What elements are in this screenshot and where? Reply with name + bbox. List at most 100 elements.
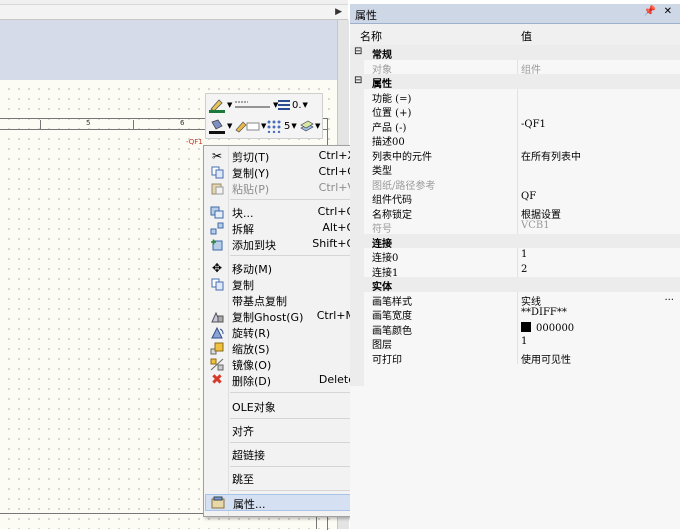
menu-item-scale[interactable]: 缩放(S) (205, 340, 363, 356)
menu-item-align[interactable]: 对齐 ▶ (205, 422, 363, 438)
menu-item-label: 添加到块 (232, 239, 276, 252)
menu-item-copy-with-base[interactable]: 带基点复制 (205, 292, 363, 308)
property-row[interactable]: 列表中的元件 在所有列表中 (350, 146, 680, 163)
property-value: -QF1 (521, 118, 546, 130)
ghost-copy-icon (209, 309, 225, 323)
property-row[interactable]: 图层 1 (350, 335, 680, 351)
copy-icon (209, 165, 225, 179)
ruler-tick (40, 120, 41, 129)
properties-title-bar: 属性 📌 ✕ (350, 4, 680, 24)
collapse-icon[interactable]: ⊟ (354, 46, 362, 57)
pen-color-icon (209, 99, 225, 113)
menu-item-block[interactable]: 块... Ctrl+G (205, 204, 363, 220)
menu-item-move[interactable]: ✥ 移动(M) (205, 260, 363, 276)
menu-item-copy-ghost[interactable]: 复制Ghost(G) Ctrl+M (205, 308, 363, 324)
menu-separator (230, 466, 360, 467)
property-row[interactable]: 位置 (+) (350, 103, 680, 119)
menu-item-duplicate[interactable]: 复制 (205, 276, 363, 292)
line-style-icon (235, 101, 270, 108)
menu-separator (230, 442, 360, 443)
line-weight-icon (278, 100, 290, 110)
menu-item-mirror[interactable]: 镜像(O) (205, 356, 363, 372)
column-header-value: 值 (521, 30, 532, 43)
menu-item-label: 删除(D) (232, 375, 272, 388)
property-row[interactable]: 功能 (=) (350, 88, 680, 105)
menu-item-label: 复制(Y) (232, 167, 270, 180)
component-tag-label[interactable]: -QF1 (186, 138, 203, 146)
property-value: 2 (521, 263, 528, 275)
category-entity[interactable]: 实体 (350, 277, 680, 293)
column-header-name: 名称 (360, 30, 382, 43)
menu-separator (230, 199, 360, 200)
hatch-grid-icon (267, 120, 281, 133)
property-row[interactable]: 画笔样式 实线 ... (350, 291, 680, 308)
property-row[interactable]: 连接0 1 (350, 248, 680, 264)
line-weight-dropdown[interactable]: 0. ▼ (278, 96, 308, 114)
line-style-dropdown[interactable]: ▼ (234, 96, 278, 114)
property-value: **DIFF** (521, 307, 567, 318)
brush-icon (235, 121, 260, 133)
menu-item-label: 剪切(T) (232, 151, 270, 164)
property-row[interactable]: 类型 (350, 161, 680, 177)
menu-item-hyperlink[interactable]: 超链接 ▶ (205, 446, 363, 462)
menu-item-explode[interactable]: 拆解 Alt+G (205, 220, 363, 236)
menu-item-label: 移动(M) (232, 263, 273, 276)
property-row[interactable]: 连接1 2 (350, 262, 680, 279)
scissors-icon: ✂ (211, 149, 223, 163)
property-row[interactable]: 组件代码 QF (350, 190, 680, 206)
property-row[interactable]: 名称锁定 根据设置 (350, 204, 680, 221)
close-icon[interactable]: ✕ (664, 6, 672, 17)
menu-item-add-to-block[interactable]: 添加到块 Shift+G (205, 236, 363, 252)
menu-item-jump-to[interactable]: 跳至 ▶ (205, 470, 363, 486)
property-row[interactable]: 画笔宽度 **DIFF** (350, 306, 680, 322)
menu-item-label: 旋转(R) (232, 327, 271, 340)
property-row[interactable]: 描述00 (350, 132, 680, 148)
menu-separator (230, 255, 360, 256)
color-hex-value: 000000 (536, 322, 575, 334)
properties-grid: 名称 值 ⊟ 常规 对象 组件 ⊟ 属性 功能 (=) 位置 (+) 产品 (-… (350, 24, 680, 529)
property-row[interactable]: 可打印 使用可见性 (350, 349, 680, 366)
menu-item-label: 带基点复制 (232, 295, 287, 308)
property-row[interactable]: 对象 组件 (350, 59, 680, 76)
pin-icon[interactable]: 📌 (644, 6, 656, 17)
mini-format-toolbar: ▼ ▼ 0. ▼ ▼ ▼ 5 ▼ ▼ (205, 93, 323, 139)
menu-item-label: 属性... (233, 498, 266, 511)
ellipsis-button[interactable]: ... (664, 292, 674, 303)
menu-item-cut[interactable]: ✂ 剪切(T) Ctrl+X (205, 148, 363, 164)
rotate-icon (209, 325, 225, 339)
category-connection[interactable]: 连接 (350, 233, 680, 250)
menu-item-label: 跳至 (232, 473, 254, 486)
menu-item-rotate[interactable]: 旋转(R) (205, 324, 363, 340)
property-row[interactable]: 产品 (-) -QF1 (350, 117, 680, 134)
properties-icon (210, 496, 226, 510)
property-row[interactable]: 符号 VCB1 (350, 219, 680, 235)
menu-item-properties[interactable]: 属性... (205, 494, 365, 511)
brush-style-dropdown[interactable]: ▼ (234, 117, 266, 135)
menu-item-delete[interactable]: ✖ 删除(D) Delete (205, 372, 363, 388)
context-menu: ✂ 剪切(T) Ctrl+X 复制(Y) Ctrl+C 粘贴(P) Ctrl+V… (203, 145, 365, 517)
add-to-block-icon (209, 237, 225, 251)
property-row[interactable]: 图纸/路径参考 (350, 175, 680, 192)
properties-header: 名称 值 (350, 24, 680, 46)
ruler-number: 6 (180, 119, 185, 127)
scroll-right-arrow-icon[interactable]: ▶ (335, 7, 342, 17)
fill-color-button[interactable]: ▼ (208, 117, 232, 135)
hatch-pattern-dropdown[interactable]: 5 ▼ (266, 117, 297, 135)
property-value-color: 000000 (521, 321, 575, 334)
layer-icon (300, 120, 314, 132)
collapse-icon[interactable]: ⊟ (354, 75, 362, 86)
menu-item-label: 复制Ghost(G) (232, 311, 304, 324)
layer-dropdown[interactable]: ▼ (300, 117, 320, 135)
menu-item-label: 超链接 (232, 449, 265, 462)
menu-item-shortcut: Shift+G (312, 237, 355, 250)
menu-item-label: 镜像(O) (232, 359, 272, 372)
property-value: 1 (521, 249, 528, 260)
category-attributes[interactable]: ⊟ 属性 (350, 74, 680, 90)
menu-item-paste[interactable]: 粘贴(P) Ctrl+V (205, 180, 363, 196)
menu-item-label: 粘贴(P) (232, 183, 270, 196)
menu-item-ole-object[interactable]: OLE对象 ▶ (205, 398, 363, 414)
property-row[interactable]: 画笔颜色 000000 (350, 320, 680, 337)
category-general[interactable]: ⊟ 常规 (350, 45, 680, 61)
pen-color-button[interactable]: ▼ (208, 96, 232, 114)
menu-item-copy[interactable]: 复制(Y) Ctrl+C (205, 164, 363, 180)
